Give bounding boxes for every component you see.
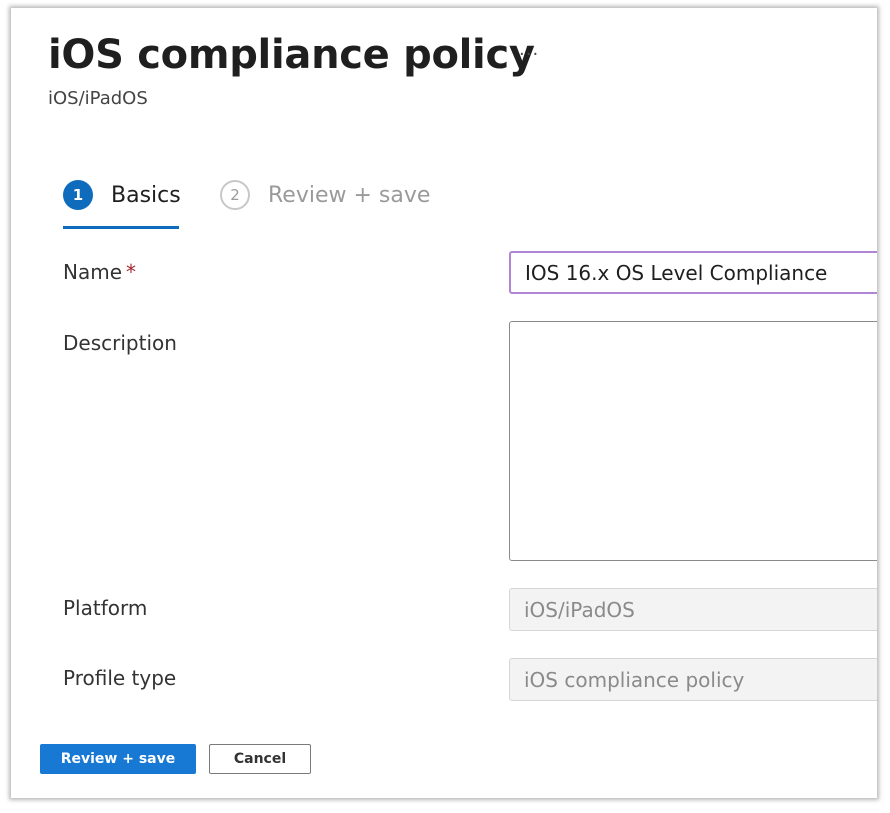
description-label: Description [63, 331, 177, 355]
step-label-review-save: Review + save [268, 182, 431, 208]
active-step-indicator [63, 226, 179, 229]
name-label-text: Name [63, 260, 123, 284]
page-subtitle: iOS/iPadOS [48, 88, 148, 109]
cancel-button[interactable]: Cancel [209, 744, 311, 774]
tab-basics[interactable]: 1 Basics [63, 180, 181, 210]
profile-type-field: iOS compliance policy [509, 658, 877, 701]
platform-value: iOS/iPadOS [524, 597, 635, 622]
profile-type-label: Profile type [63, 666, 177, 690]
policy-panel: iOS compliance policy ··· iOS/iPadOS 1 B… [11, 8, 877, 798]
step-number-1: 1 [63, 180, 93, 210]
name-input[interactable]: IOS 16.x OS Level Compliance [509, 251, 877, 294]
platform-field: iOS/iPadOS [509, 588, 877, 631]
name-label: Name * [63, 260, 136, 284]
review-save-button[interactable]: Review + save [40, 744, 196, 774]
tab-review-save[interactable]: 2 Review + save [220, 180, 430, 210]
required-marker: * [126, 260, 137, 284]
name-input-value: IOS 16.x OS Level Compliance [525, 260, 828, 285]
step-label-basics: Basics [111, 182, 181, 208]
page-title: iOS compliance policy [48, 32, 535, 78]
profile-type-value: iOS compliance policy [524, 667, 745, 692]
more-options-icon[interactable]: ··· [519, 44, 539, 65]
description-textarea[interactable] [509, 321, 877, 561]
step-number-2: 2 [220, 180, 250, 210]
platform-label: Platform [63, 596, 148, 620]
